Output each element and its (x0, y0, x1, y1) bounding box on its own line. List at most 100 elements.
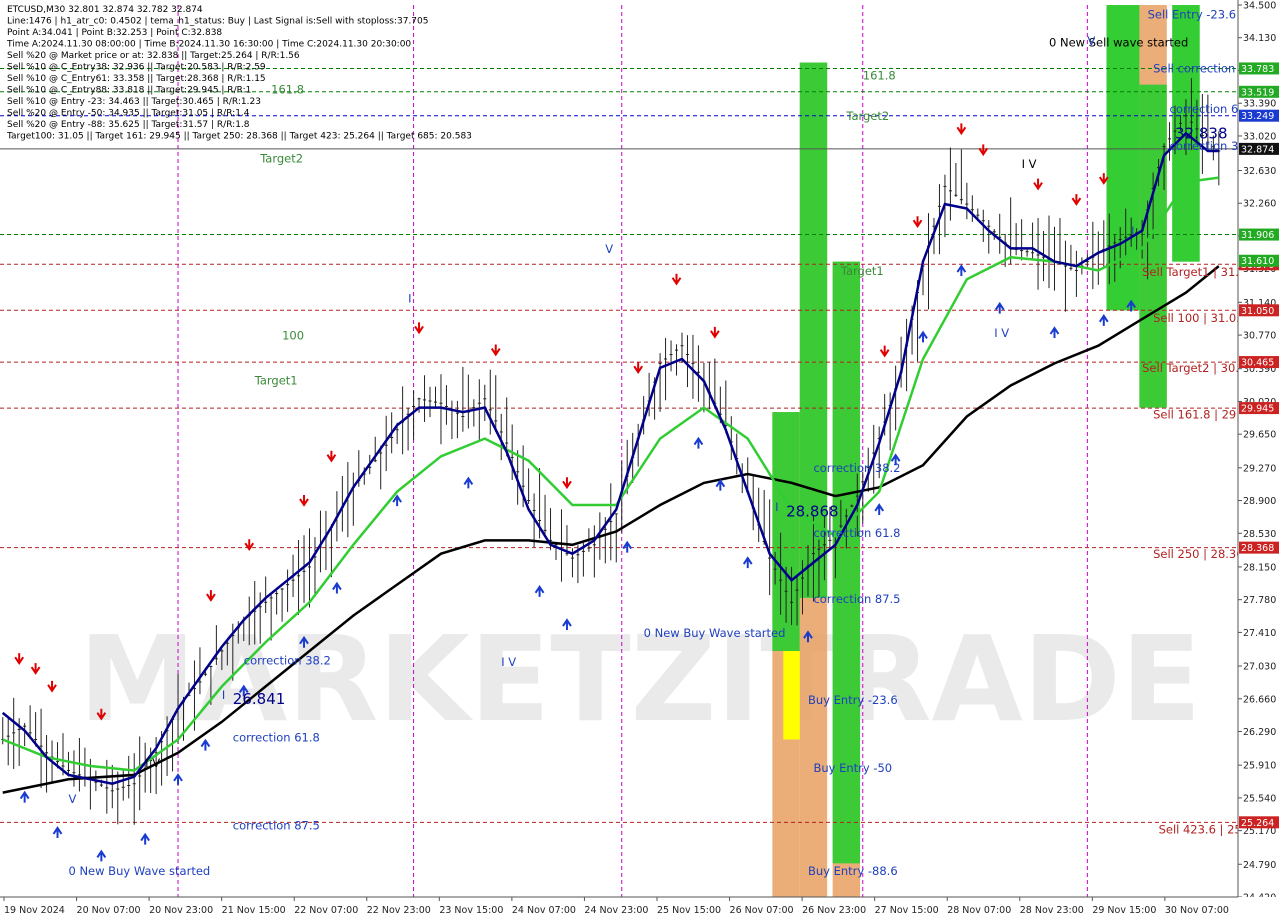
price-tag-label-1: 33.519 (1241, 87, 1274, 98)
chart-label-7: Sell 100 | 31.05 (1153, 311, 1243, 325)
chart-label-19: I V (501, 655, 516, 669)
watermark: MARKETZITRADE (79, 610, 1202, 748)
price-tick-label-3: 33.390 (1243, 99, 1276, 110)
price-tick-label-24: 25.540 (1243, 793, 1276, 804)
time-tick-label-12: 27 Nov 15:00 (875, 905, 939, 916)
chart-label-12: 161.8 (271, 82, 304, 96)
time-tick-label-9: 25 Nov 15:00 (657, 905, 721, 916)
chart-label-36: correction 38.2 (813, 461, 900, 475)
chart-label-6: Sell Target1 | 31.57 (1142, 265, 1253, 279)
price-tick-label-0: 34.500 (1243, 1, 1276, 12)
chart-label-26: I V (145, 756, 160, 770)
chart-label-34: correction 87.5 (233, 819, 320, 833)
price-tick-label-18: 27.780 (1243, 595, 1276, 606)
time-tick-label-5: 22 Nov 23:00 (367, 905, 431, 916)
watermark-text: MARKETZITRADE (79, 610, 1202, 748)
time-axis[interactable]: 19 Nov 2024 20 Nov 07:00 20 Nov 23:00 21 No… (0, 896, 1280, 920)
chart-label-24: V (1087, 34, 1095, 48)
chart-label-13: Target2 (845, 109, 889, 123)
time-tick-label-10: 26 Nov 07:00 (730, 905, 794, 916)
price-tag-label-9: 28.368 (1241, 543, 1274, 554)
price-tick-label-21: 26.660 (1243, 694, 1276, 705)
time-tick-label-8: 24 Nov 23:00 (584, 905, 648, 916)
chart-label-41: Buy Entry -50 (813, 761, 892, 775)
chart-label-28: I (222, 688, 225, 702)
price-tick-label-23: 25.910 (1243, 761, 1276, 772)
price-tick-label-20: 27.030 (1243, 662, 1276, 673)
header-line-10: Sell %20 @ Entry -88: 35.625 || Target:3… (7, 120, 250, 130)
chart-label-25: I (1131, 224, 1134, 238)
header-line-1: Line:1476 | h1_atr_c0: 0.4502 | tema_h1_… (7, 17, 428, 27)
chart-label-14: Target2 (259, 152, 303, 166)
time-tick-label-15: 29 Nov 15:00 (1092, 905, 1156, 916)
chart-label-35: 0 New Buy Wave started (68, 864, 210, 878)
chart-label-17: Target1 (254, 374, 298, 388)
header-line-11: Target100: 31.05 || Target 161: 29.945 |… (6, 132, 472, 142)
yellow-entry-bar (783, 650, 800, 740)
price-tag-label-6: 31.050 (1241, 306, 1274, 317)
chart-label-18: Target1 (840, 264, 884, 278)
time-tick-label-3: 21 Nov 15:00 (222, 905, 286, 916)
header-line-6: Sell %10 @ C_Entry61: 33.358 || Target:2… (7, 74, 266, 84)
price-chart[interactable]: MARKETZITRADE Sell Entry -23.6 | 34.4630… (0, 0, 1280, 920)
header-line-0: ETCUSD,M30 32.801 32.874 32.782 32.874 (7, 5, 203, 15)
price-tick-label-17: 28.150 (1243, 562, 1276, 573)
time-tick-label-6: 23 Nov 15:00 (439, 905, 503, 916)
chart-label-10: Sell 250 | 28.368 (1153, 547, 1251, 561)
price-tick-label-13: 29.650 (1243, 430, 1276, 441)
time-tick-label-7: 24 Nov 07:00 (512, 905, 576, 916)
header-line-9: Sell %20 @ Entry -50: 34.935 || Target:3… (7, 109, 250, 119)
price-tick-label-6: 32.260 (1243, 199, 1276, 210)
header-line-4: Sell %20 @ Market price or at: 32.838 ||… (7, 51, 300, 61)
chart-label-30: I (775, 500, 778, 514)
header-line-5: Sell %10 @ C_Entry38: 32.936 || Target:2… (7, 63, 266, 73)
time-tick-label-14: 28 Nov 23:00 (1020, 905, 1084, 916)
chart-label-29: 26.841 (233, 690, 286, 708)
chart-label-39: 0 New Buy Wave started (644, 626, 786, 640)
price-tag-label-8: 29.945 (1241, 404, 1274, 415)
chart-label-16: 100 (282, 329, 304, 343)
time-tick-label-16: 30 Nov 07:00 (1165, 905, 1229, 916)
price-tick-label-15: 28.900 (1243, 496, 1276, 507)
chart-label-21: I (408, 291, 411, 305)
chart-label-37: correction 61.8 (813, 526, 900, 540)
price-tick-label-5: 32.630 (1243, 166, 1276, 177)
price-axis[interactable]: 34.50034.13033.76033.39033.02032.63032.2… (1237, 0, 1280, 920)
chart-label-20: V (605, 242, 613, 256)
price-tag-label-7: 30.465 (1241, 358, 1274, 369)
time-tick-label-1: 20 Nov 07:00 (77, 905, 141, 916)
price-tag-label-2: 33.249 (1241, 111, 1274, 122)
chart-label-32: correction 38.2 (244, 653, 331, 667)
chart-label-40: Buy Entry -23.6 (808, 693, 898, 707)
price-tag-label-3: 32.874 (1241, 144, 1274, 155)
header-line-3: Time A:2024.11.30 08:00:00 | Time B:2024… (6, 40, 411, 50)
time-tick-label-4: 22 Nov 07:00 (294, 905, 358, 916)
header-line-7: Sell %10 @ C_Entry88: 33.818 || Target:2… (7, 86, 251, 96)
chart-label-31: 28.868 (786, 502, 839, 520)
price-tag-label-10: 25.264 (1241, 818, 1274, 829)
chart-label-38: correction 87.5 (813, 592, 900, 606)
price-tag-label-4: 31.906 (1241, 230, 1274, 241)
time-tick-label-13: 28 Nov 07:00 (947, 905, 1011, 916)
chart-label-33: correction 61.8 (233, 730, 320, 744)
price-tick-label-22: 26.290 (1243, 727, 1276, 738)
chart-label-23: I V (994, 326, 1009, 340)
price-tick-label-19: 27.410 (1243, 628, 1276, 639)
price-tag-label-0: 33.783 (1241, 64, 1274, 75)
chart-label-27: V (68, 792, 76, 806)
header-line-8: Sell %10 @ Entry -23: 34.463 || Target:3… (7, 97, 261, 107)
price-tick-label-16: 28.530 (1243, 529, 1276, 540)
price-tick-label-26: 24.790 (1243, 860, 1276, 871)
price-tag-extra-label: 31.610 (1241, 256, 1274, 267)
chart-label-42: Buy Entry -88.6 (808, 864, 898, 878)
time-tick-label-2: 20 Nov 23:00 (149, 905, 213, 916)
time-tick-label-0: 19 Nov 2024 (4, 905, 65, 916)
chart-label-22: I V (1022, 157, 1037, 171)
chart-label-1: 0 New Sell wave started (1049, 36, 1188, 50)
price-tick-label-10: 30.770 (1243, 331, 1276, 342)
chart-label-15: 161.8 (863, 68, 896, 82)
time-tick-label-11: 26 Nov 23:00 (802, 905, 866, 916)
price-tick-label-1: 34.130 (1243, 33, 1276, 44)
price-tick-label-14: 29.270 (1243, 463, 1276, 474)
price-tick-label-4: 33.020 (1243, 131, 1276, 142)
